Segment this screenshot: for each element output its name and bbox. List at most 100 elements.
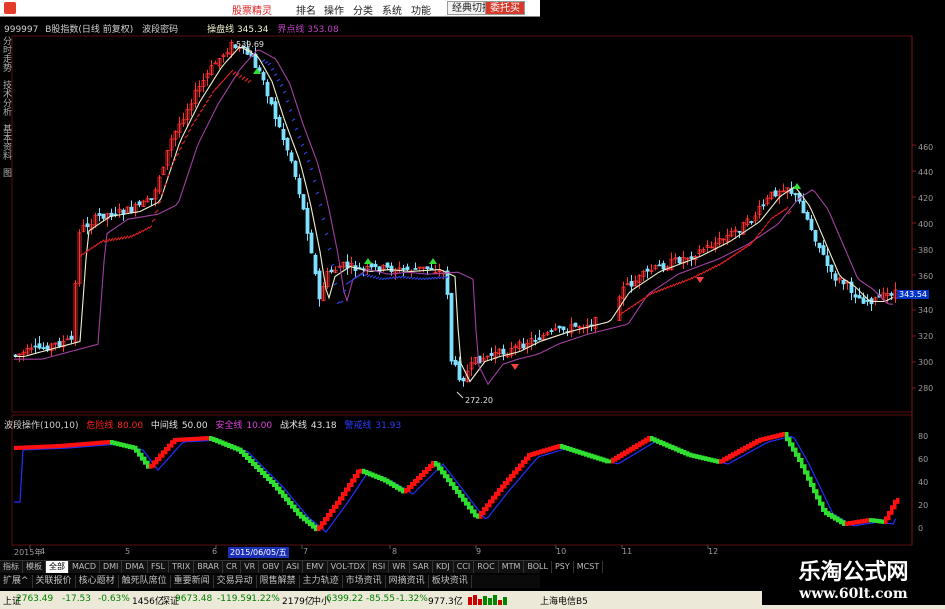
stair-band-blue	[327, 247, 332, 251]
tab-core-topics[interactable]: 核心题材	[76, 575, 119, 588]
tab-dma[interactable]: DMA	[122, 561, 148, 573]
indicator-block	[671, 444, 675, 451]
tab-wr[interactable]: WR	[389, 561, 410, 573]
indicator-block	[350, 478, 354, 487]
stair-band-red	[118, 236, 123, 241]
stair-band-red	[670, 283, 675, 288]
tab-sector-info[interactable]: 板块资讯	[429, 575, 472, 588]
tab-boll[interactable]: BOLL	[524, 561, 552, 573]
tab-vol-tdx[interactable]: VOL-TDX	[328, 561, 370, 573]
tab-market-info[interactable]: 市场资讯	[343, 575, 386, 588]
candle-body	[813, 230, 818, 242]
tab-mtm[interactable]: MTM	[499, 561, 525, 573]
stair-band-red	[151, 218, 156, 223]
stair-band-blue	[303, 151, 308, 155]
tab-kdj[interactable]: KDJ	[433, 561, 454, 573]
date-label: 8	[392, 547, 398, 556]
tab-trix[interactable]: TRIX	[169, 561, 195, 573]
tab-technical[interactable]: 技术分析	[0, 80, 13, 116]
menu-category[interactable]: 分类	[353, 2, 373, 17]
menu-rank[interactable]: 排名	[296, 2, 316, 17]
tab-lockup[interactable]: 限售解禁	[257, 575, 300, 588]
tab-mcst[interactable]: MCST	[574, 561, 604, 573]
tab-emv[interactable]: EMV	[303, 561, 328, 573]
indicator-block	[785, 432, 789, 442]
stair-band-red	[190, 122, 195, 127]
tab-asi[interactable]: ASI	[283, 561, 304, 573]
stair-band-red	[247, 79, 252, 84]
indicator-block	[65, 443, 69, 448]
trade-button[interactable]: 委托买	[485, 1, 525, 15]
sz-value: 9673.48	[175, 594, 213, 604]
date-label: 4	[40, 547, 46, 556]
tab-chart[interactable]: 图	[0, 168, 13, 177]
stair-band-red	[244, 77, 249, 82]
indicator-block	[665, 442, 669, 448]
tab-psy[interactable]: PSY	[552, 561, 574, 573]
stair-band-blue	[384, 277, 389, 280]
indicator-block	[683, 450, 687, 456]
tab-rsi[interactable]: RSI	[369, 561, 390, 573]
indicator-block	[314, 524, 318, 532]
indicator-block	[893, 499, 897, 510]
tab-fsl[interactable]: FSL	[148, 561, 169, 573]
tab-template[interactable]: 模板	[23, 561, 46, 573]
tab-cci[interactable]: CCI	[454, 561, 475, 573]
tab-roc[interactable]: ROC	[474, 561, 499, 573]
tab-expand[interactable]: 扩展^	[0, 575, 33, 588]
selected-date[interactable]: 2015/06/05/五	[228, 547, 289, 558]
stair-band-blue	[321, 217, 326, 221]
indicator-block	[896, 498, 900, 504]
tab-obv[interactable]: OBV	[259, 561, 284, 573]
indicator-block	[692, 453, 696, 459]
tab-brar[interactable]: BRAR	[194, 561, 224, 573]
stair-band-red	[631, 303, 636, 308]
indicator-block	[482, 507, 486, 515]
tab-fundamental[interactable]: 基本资料	[0, 124, 13, 160]
tab-dmi[interactable]: DMI	[100, 561, 123, 573]
indicator-block	[428, 464, 432, 471]
stair-band-red	[88, 247, 93, 251]
indicator-header: 波段操作(100,10) 危险线 80.00 中间线 50.00 安全线 10.…	[4, 418, 406, 431]
indicator-block	[305, 517, 309, 524]
tab-sar[interactable]: SAR	[410, 561, 433, 573]
indicator-block	[92, 441, 96, 446]
stair-band-blue	[294, 127, 299, 131]
candle-body	[677, 257, 682, 264]
tab-dragon-tiger[interactable]: 触死队席位	[119, 575, 171, 588]
indicator-block	[269, 477, 273, 484]
tab-macd[interactable]: MACD	[69, 561, 100, 573]
stair-band-red	[115, 236, 120, 241]
indicator-block	[416, 476, 420, 483]
tab-related-quotes[interactable]: 关联报价	[33, 575, 76, 588]
tab-all[interactable]: 全部	[46, 561, 69, 573]
tab-indicator[interactable]: 指标	[0, 561, 23, 573]
tab-main-track[interactable]: 主力轨迹	[300, 575, 343, 588]
indicator-block	[698, 454, 702, 460]
stair-band-red	[685, 278, 690, 282]
stair-band-red	[145, 226, 150, 231]
stair-band-red	[622, 309, 627, 314]
indicator-block	[347, 483, 351, 492]
indicator-block	[875, 518, 879, 524]
indicator-block	[551, 445, 555, 451]
menu-function[interactable]: 功能	[411, 2, 431, 17]
menu-operate[interactable]: 操作	[324, 2, 344, 17]
watermark: 乐淘公式网 www.60lt.com	[762, 550, 945, 605]
indicator-block	[467, 501, 471, 510]
tab-news[interactable]: 重要新闻	[171, 575, 214, 588]
tab-cr[interactable]: CR	[223, 561, 242, 573]
tab-vr[interactable]: VR	[241, 561, 260, 573]
menu-system[interactable]: 系统	[382, 2, 402, 17]
candle-body	[261, 72, 266, 81]
stair-band-blue	[381, 277, 386, 281]
indicator-block	[710, 457, 714, 463]
indicator-block	[89, 441, 93, 446]
indicator-block	[689, 452, 693, 458]
tab-trade-anomaly[interactable]: 交易异动	[214, 575, 257, 588]
stair-band-blue	[357, 273, 362, 277]
candle-body	[825, 255, 830, 267]
stock-chart[interactable]	[0, 0, 945, 609]
tab-timeshare[interactable]: 分时走势	[0, 36, 13, 72]
tab-web-info[interactable]: 网摘资讯	[386, 575, 429, 588]
